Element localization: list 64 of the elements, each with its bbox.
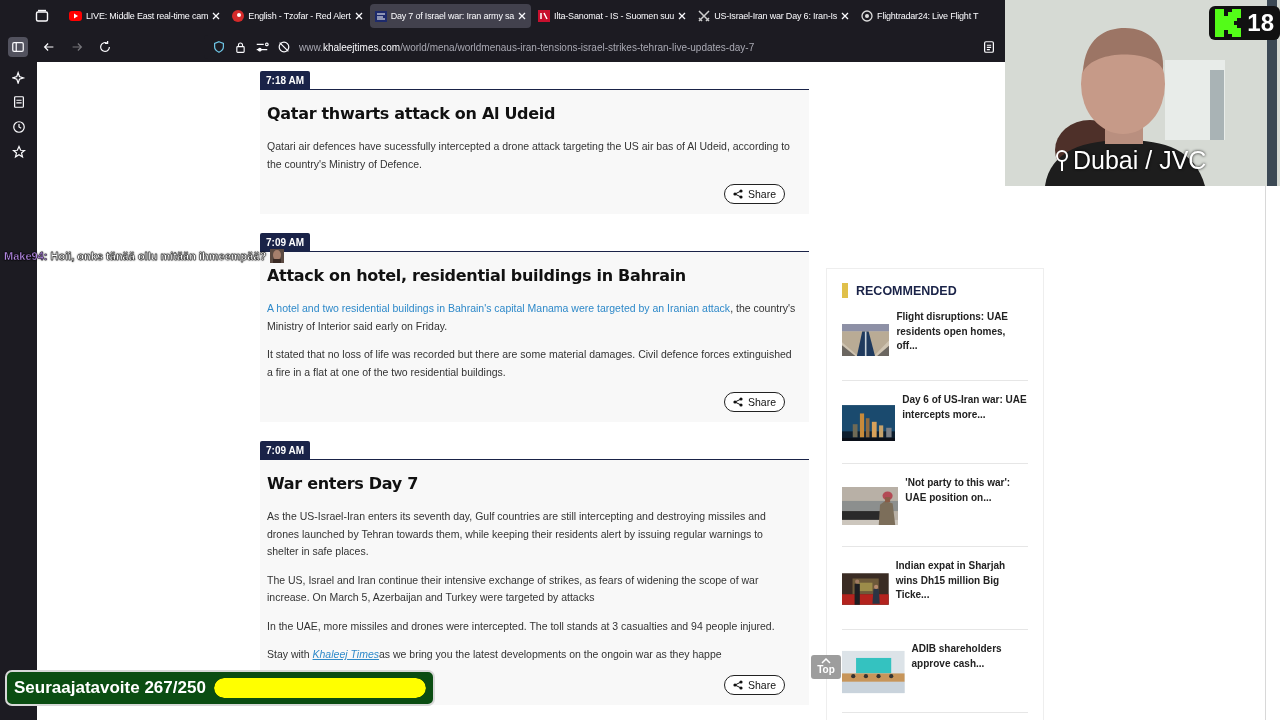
share-button[interactable]: Share xyxy=(723,674,785,695)
article-paragraph: In the UAE, more missiles and drones were intercepted. The toll stands at 3 casualties and 94 people injured. xyxy=(267,618,776,634)
emote-icon xyxy=(270,249,285,263)
article-paragraph: The US, Israel and Iran continue their intensive exchange of strikes, as fears of widening the scope of war increase. On March 5, Azerbaijan and Turkey were targeted by attacks xyxy=(267,572,760,605)
article-title-link[interactable]: Indian expat in Sharjah wins Dh15 million Big Ticke... xyxy=(895,559,1028,619)
close-icon[interactable] xyxy=(212,12,221,20)
square-logo-icon xyxy=(538,10,551,22)
close-icon[interactable] xyxy=(354,12,363,20)
dot-icon xyxy=(232,10,245,22)
crossed-lines-icon xyxy=(698,10,711,22)
star-icon[interactable] xyxy=(11,145,26,159)
browser-tab[interactable]: Flightradar24: Live Flight T xyxy=(856,4,984,28)
article-paragraph: It stated that no loss of life was recorded but there are some material damages. Civil defence forces extinguished a fire in a flat at one of the two residential buildings. xyxy=(267,347,793,380)
radar-icon xyxy=(861,10,874,22)
viewer-count-badge: 18 xyxy=(1209,6,1280,40)
share-button[interactable]: Share xyxy=(723,184,785,204)
time-badge: 7:18 AM xyxy=(260,71,310,90)
shield-icon[interactable] xyxy=(212,40,226,54)
sparkle-icon[interactable] xyxy=(11,70,26,84)
share-icon xyxy=(732,679,743,690)
article-title-link[interactable]: Flight disruptions: UAE residents open homes, off... xyxy=(896,310,1028,370)
tabs-icon[interactable] xyxy=(11,95,26,109)
lock-icon[interactable] xyxy=(234,40,247,54)
forward-icon[interactable] xyxy=(70,40,84,54)
browser-tab[interactable]: Ilta-Sanomat - IS - Suomen suu xyxy=(533,4,692,28)
article-paragraph: Qatari air defences have sucessfully intercepted a drone attack targeting the US air bas of Al Udeid, according to the country's Ministry of Defence. xyxy=(267,139,791,172)
time-badge: 7:09 AM xyxy=(260,233,310,252)
share-icon xyxy=(732,189,743,199)
share-icon xyxy=(732,397,743,407)
close-icon[interactable] xyxy=(841,12,850,20)
browser-tab[interactable]: English - Tzofar - Red Alert xyxy=(227,4,368,28)
accent-bar xyxy=(842,283,848,298)
article-link[interactable]: Khaleej Times xyxy=(312,648,379,660)
location-pin-icon xyxy=(1055,148,1069,173)
time-badge: 7:09 AM xyxy=(260,441,310,460)
back-icon[interactable] xyxy=(42,40,56,54)
square-logo-icon xyxy=(374,10,387,22)
browser-tab[interactable]: US-Israel-Iran war Day 6: Iran-Is xyxy=(693,4,855,28)
article-title-link[interactable]: 'Not party to this war': UAE position on... xyxy=(905,476,1028,536)
article-title-link[interactable]: Day 6 of US-Iran war: UAE intercepts more... xyxy=(902,393,1028,453)
browser-tab[interactable]: Day 7 of Israel war: Iran army sa xyxy=(369,4,532,28)
blocked-icon[interactable] xyxy=(277,40,291,54)
post-title: Qatar thwarts attack on Al Udeid xyxy=(267,104,557,123)
kick-logo-icon xyxy=(1215,9,1242,37)
share-button[interactable]: Share xyxy=(723,392,785,412)
section-heading: RECOMMENDED xyxy=(856,283,957,298)
article-paragraph: Stay with Khaleej Timesas we bring you the latest developments on the ongoin war as they happe xyxy=(267,647,723,662)
close-icon[interactable] xyxy=(518,12,527,20)
post-title: Attack on hotel, residential buildings in Bahrain xyxy=(267,266,687,285)
history-icon[interactable] xyxy=(11,120,26,134)
close-icon[interactable] xyxy=(678,12,687,20)
article-paragraph: A hotel and two residential buildings in Bahrain's capital Manama were targeted by an Iranian attack, the country's Ministry of Interior said early on Friday. xyxy=(267,301,797,334)
sidebar-icon[interactable] xyxy=(11,40,25,54)
caret-up-icon xyxy=(821,658,831,664)
permissions-icon[interactable] xyxy=(255,40,269,54)
reload-icon[interactable] xyxy=(98,40,112,54)
tab-list-icon[interactable] xyxy=(34,8,50,24)
post-title: War enters Day 7 xyxy=(267,474,419,493)
play-icon xyxy=(69,11,82,21)
article-paragraph: As the US-Israel-Iran enters its seventh day, Gulf countries are still intercepting and destroying missiles and drones launched by Tehran towards them, while keeping their residents alert by issuing regular warnings to shelter in safe places. xyxy=(267,509,767,559)
article-title-link[interactable]: ADIB shareholders approve cash... xyxy=(911,642,1028,702)
browser-tab[interactable]: LIVE: Middle East real-time cam xyxy=(64,4,226,28)
reader-icon[interactable] xyxy=(982,40,996,54)
goal-label: Seuraajatavoite 267/250 xyxy=(14,678,206,698)
